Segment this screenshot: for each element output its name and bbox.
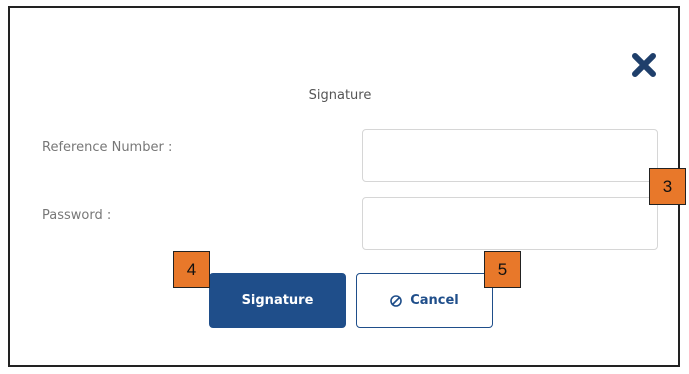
password-input[interactable] xyxy=(362,197,658,250)
close-icon[interactable] xyxy=(629,50,659,80)
dialog-title: Signature xyxy=(308,88,372,103)
ban-icon xyxy=(390,294,403,307)
password-label: Password : xyxy=(42,208,112,223)
signature-button[interactable]: Signature xyxy=(209,273,346,328)
annotation-badge-3: 3 xyxy=(649,168,686,205)
annotation-badge-4: 4 xyxy=(173,251,210,288)
cancel-button-label: Cancel xyxy=(410,293,459,308)
signature-dialog: Signature Reference Number : Password : … xyxy=(8,6,680,367)
annotation-badge-5: 5 xyxy=(484,251,521,288)
reference-number-label: Reference Number : xyxy=(42,140,173,155)
cancel-button[interactable]: Cancel xyxy=(356,273,493,328)
reference-number-input[interactable] xyxy=(362,129,658,182)
signature-button-label: Signature xyxy=(241,293,314,308)
